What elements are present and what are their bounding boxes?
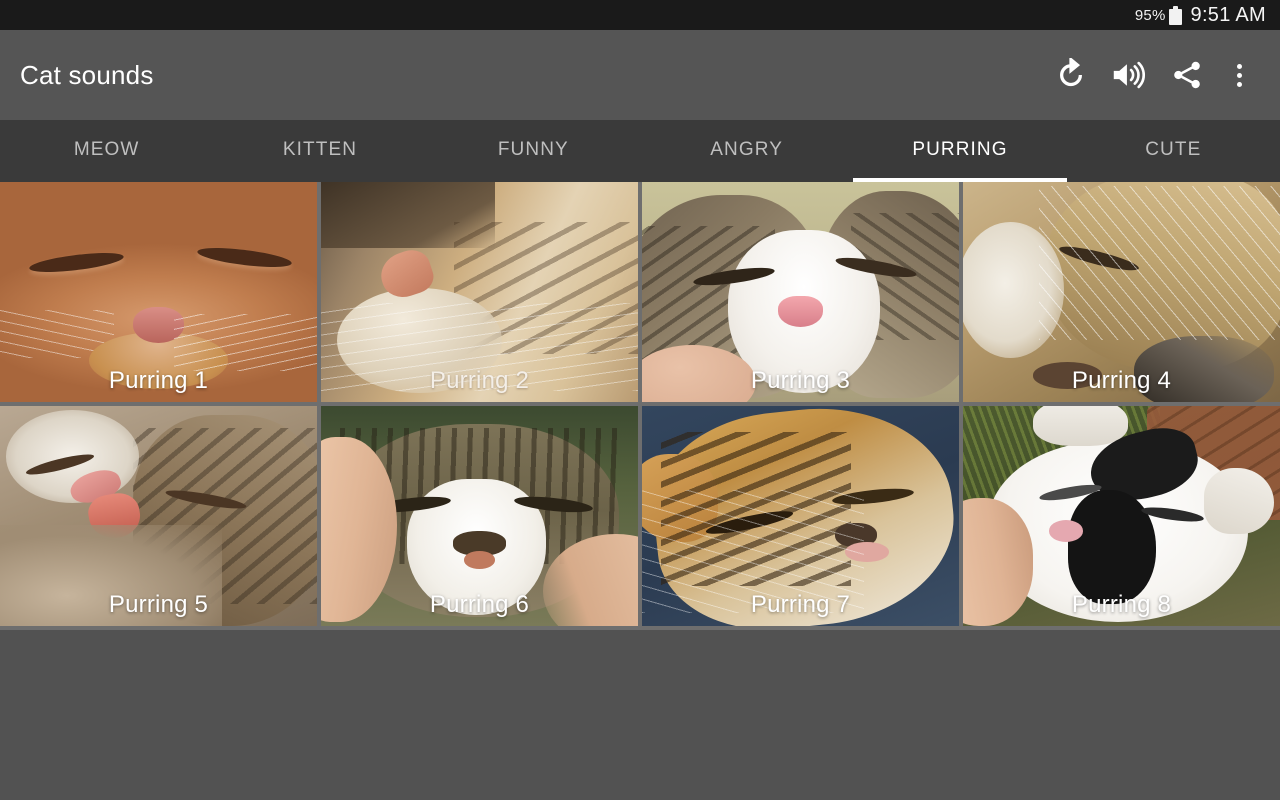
volume-button[interactable] (1100, 46, 1158, 104)
status-bar-clock: 9:51 AM (1190, 3, 1266, 26)
tab-label: CUTE (1145, 139, 1202, 160)
tab-label: ANGRY (710, 139, 784, 160)
volume-icon (1113, 61, 1146, 89)
battery-full-icon (1168, 5, 1182, 25)
app-title: Cat sounds (20, 59, 154, 90)
tab-angry[interactable]: ANGRY (640, 120, 853, 182)
tab-label: PURRING (912, 139, 1008, 160)
cat-photo (0, 406, 317, 626)
cat-photo (321, 406, 638, 626)
sound-tile[interactable]: Purring 8 (963, 406, 1280, 626)
overflow-menu-icon (1236, 63, 1242, 87)
tab-kitten[interactable]: KITTEN (213, 120, 426, 182)
tab-label: MEOW (73, 139, 140, 160)
tab-label: FUNNY (497, 139, 569, 160)
tab-label: KITTEN (282, 139, 358, 160)
sound-tile[interactable]: Purring 2 (321, 182, 638, 402)
tab-bar: MEOW KITTEN FUNNY ANGRY PURRING CUTE (0, 120, 1280, 182)
app-bar: Cat sounds (0, 30, 1280, 120)
sound-tile[interactable]: Purring 7 (642, 406, 959, 626)
sound-tile[interactable]: Purring 4 (963, 182, 1280, 402)
share-button[interactable] (1158, 46, 1216, 104)
cat-photo (963, 406, 1280, 626)
sound-tile[interactable]: Purring 6 (321, 406, 638, 626)
refresh-button[interactable] (1042, 46, 1100, 104)
tab-purring[interactable]: PURRING (853, 120, 1067, 182)
tab-meow[interactable]: MEOW (0, 120, 213, 182)
sound-tile[interactable]: Purring 3 (642, 182, 959, 402)
cat-photo (642, 182, 959, 402)
cat-photo (0, 182, 317, 402)
share-icon (1174, 61, 1200, 89)
sound-tile[interactable]: Purring 1 (0, 182, 317, 402)
refresh-icon (1060, 58, 1082, 87)
sound-grid: Purring 1 Purring 2 Purring 3 Purring 4 (0, 182, 1280, 630)
cat-photo (963, 182, 1280, 402)
overflow-menu-button[interactable] (1216, 46, 1262, 104)
tab-cute[interactable]: CUTE (1067, 120, 1280, 182)
cat-photo (321, 182, 638, 402)
app-bar-actions (1042, 46, 1262, 104)
status-bar: 95% 9:51 AM (0, 0, 1280, 30)
battery-percent-label: 95% (1134, 6, 1166, 24)
tab-funny[interactable]: FUNNY (427, 120, 640, 182)
cat-photo (642, 406, 959, 626)
sound-tile[interactable]: Purring 5 (0, 406, 317, 626)
